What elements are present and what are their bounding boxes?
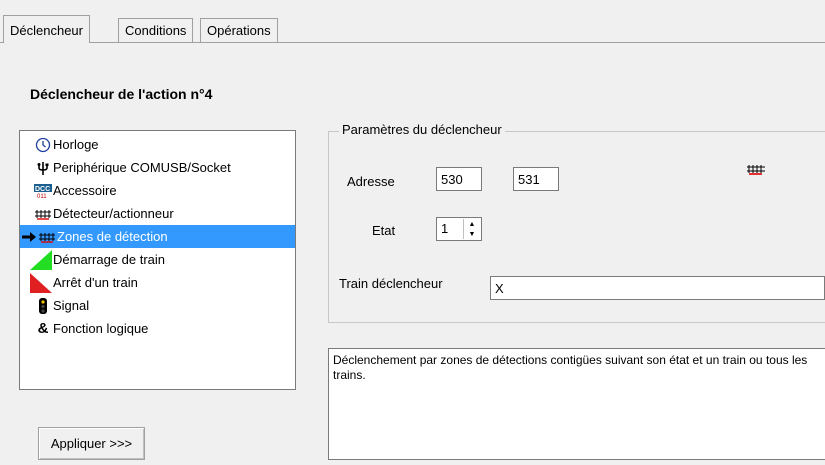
tab-conditions[interactable]: Conditions [118, 18, 194, 42]
list-item-detecteur[interactable]: Détecteur/actionneur [20, 202, 295, 225]
spinner-buttons: ▲ ▼ [463, 219, 480, 239]
list-item-label: Periphérique COMUSB/Socket [53, 160, 231, 175]
list-item-peripherique[interactable]: Periphérique COMUSB/Socket [20, 156, 295, 179]
list-item-label: Fonction logique [53, 321, 149, 336]
list-item-label: Horloge [53, 137, 99, 152]
apply-button[interactable]: Appliquer >>> [38, 427, 145, 460]
dcc-icon: DCC 011 [34, 182, 52, 200]
train-stop-icon [30, 272, 52, 293]
list-item-arret[interactable]: Arrêt d'un train [20, 271, 295, 294]
address-label: Adresse [347, 174, 395, 189]
group-legend: Paramètres du déclencheur [339, 122, 505, 137]
list-item-zones-detection[interactable]: Zones de détection [20, 225, 295, 248]
page-title: Déclencheur de l'action n°4 [30, 86, 213, 102]
trigger-type-list[interactable]: Horloge Periphérique COMUSB/Socket DCC 01… [19, 130, 296, 390]
list-item-accessoire[interactable]: DCC 011 Accessoire [20, 179, 295, 202]
list-item-label: Démarrage de train [53, 252, 165, 267]
svg-text:011: 011 [37, 194, 47, 199]
logic-function-icon: & [37, 320, 49, 337]
list-item-label: Arrêt d'un train [53, 275, 138, 290]
list-item-fonction-logique[interactable]: & Fonction logique [20, 317, 295, 340]
train-trigger-label: Train déclencheur [339, 276, 443, 291]
train-start-icon [30, 249, 52, 270]
train-trigger-field[interactable] [490, 276, 825, 300]
description-box: Déclenchement par zones de détections co… [328, 348, 825, 460]
list-item-label: Détecteur/actionneur [53, 206, 174, 221]
detection-zone-icon [746, 162, 766, 179]
list-item-signal[interactable]: Signal [20, 294, 295, 317]
tab-divider [0, 42, 825, 43]
usb-icon [34, 159, 52, 177]
state-label: Etat [372, 223, 396, 238]
arrow-right-icon [21, 228, 37, 246]
tab-declencheur[interactable]: Déclencheur [3, 15, 90, 43]
clock-icon [34, 136, 52, 154]
list-item-demarrage[interactable]: Démarrage de train [20, 248, 295, 271]
track-sensor-icon [34, 205, 52, 223]
list-item-label: Signal [53, 298, 90, 313]
signal-icon [34, 297, 52, 315]
state-value: 1 [441, 221, 449, 236]
detection-zone-icon [38, 228, 56, 246]
tab-bar: Déclencheur Conditions Opérations [0, 0, 825, 44]
list-item-label: Accessoire [53, 183, 117, 198]
svg-text:DCC: DCC [35, 186, 50, 193]
state-spinner[interactable]: 1 ▲ ▼ [436, 217, 482, 241]
list-item-label: Zones de détection [57, 229, 168, 244]
spinner-down-icon[interactable]: ▼ [464, 229, 480, 239]
list-item-horloge[interactable]: Horloge [20, 133, 295, 156]
tab-operations[interactable]: Opérations [200, 18, 278, 42]
address-field-1[interactable] [436, 167, 482, 191]
address-field-2[interactable] [513, 167, 559, 191]
spinner-up-icon[interactable]: ▲ [464, 219, 480, 229]
